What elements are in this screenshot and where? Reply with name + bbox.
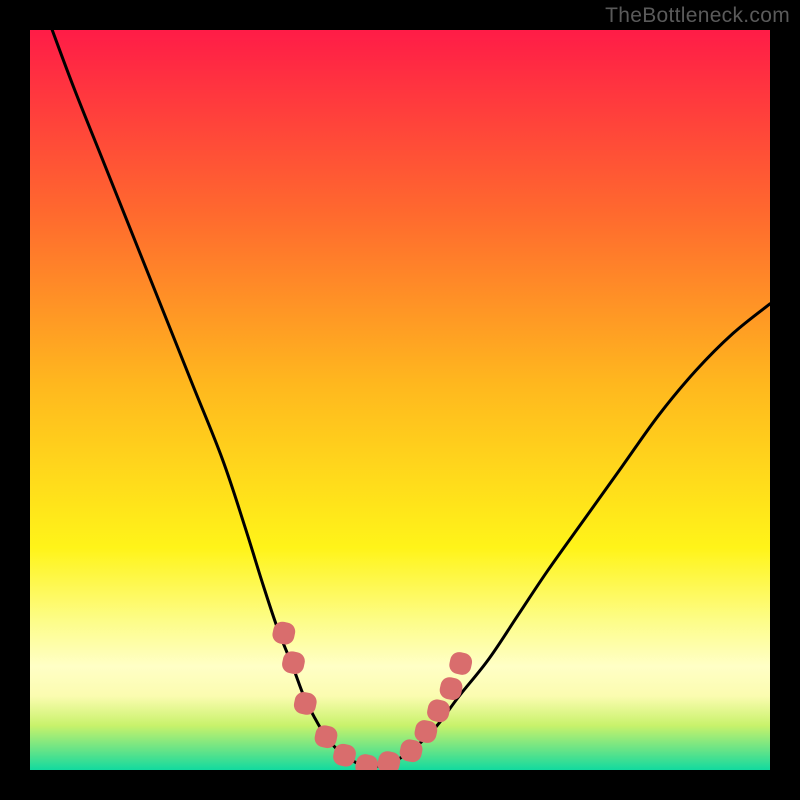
plot-area — [30, 30, 770, 770]
chart-container: TheBottleneck.com — [0, 0, 800, 800]
watermark: TheBottleneck.com — [605, 4, 790, 28]
gradient-background — [30, 30, 770, 770]
chart-svg — [30, 30, 770, 770]
